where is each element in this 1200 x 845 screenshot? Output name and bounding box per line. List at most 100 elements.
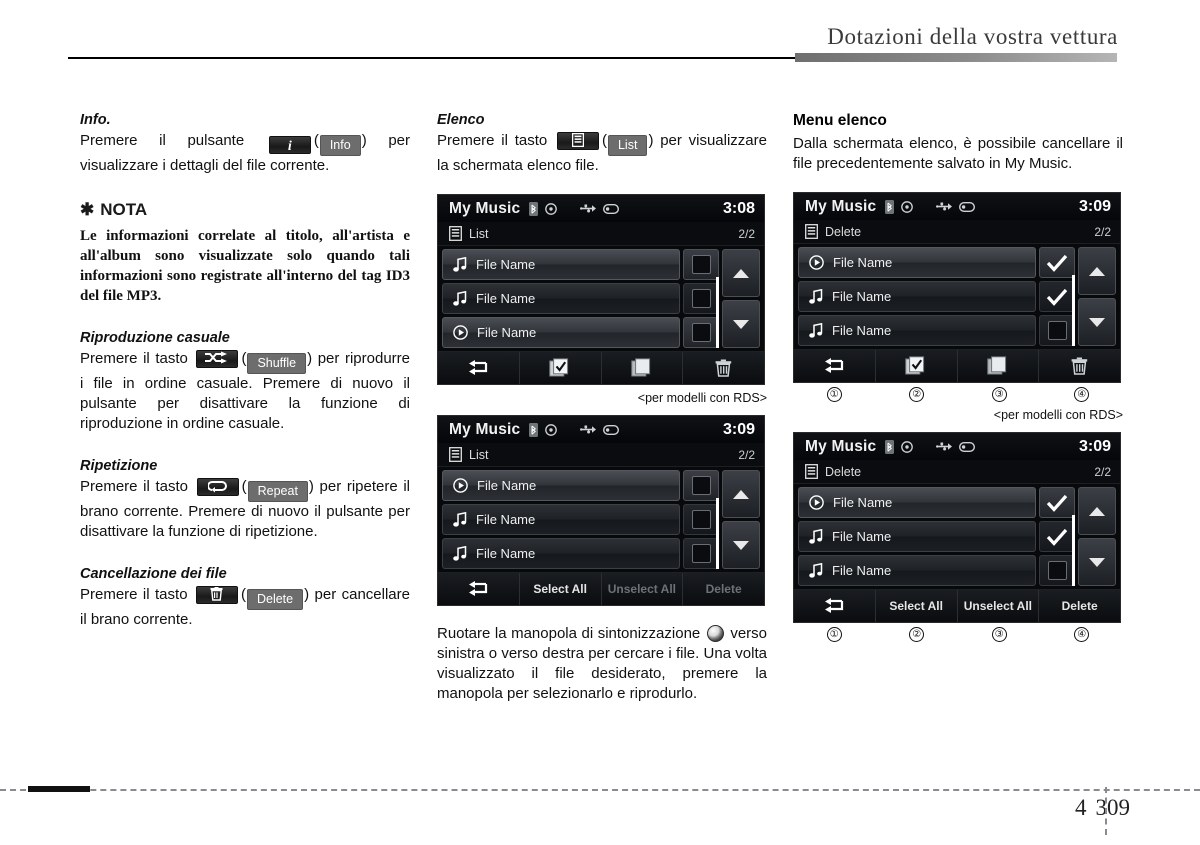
- unselect-all-button[interactable]: Unselect All: [602, 573, 684, 605]
- table-row[interactable]: File Name: [442, 504, 719, 535]
- delete-button[interactable]: Delete: [683, 573, 764, 605]
- row-checkbox[interactable]: [1039, 315, 1075, 346]
- row-main[interactable]: File Name: [798, 315, 1036, 346]
- row-main[interactable]: File Name: [798, 281, 1036, 312]
- screen-menu-label: Delete: [825, 464, 862, 479]
- scroll-up-button[interactable]: [1078, 247, 1116, 295]
- callout-3: ③: [991, 387, 1007, 402]
- shuffle-key-label[interactable]: Shuffle: [247, 353, 307, 374]
- chevron-up-icon: [733, 268, 749, 278]
- row-checkbox[interactable]: [683, 470, 719, 501]
- scroll-up-button[interactable]: [722, 470, 760, 518]
- row-checkbox[interactable]: [683, 504, 719, 535]
- scroll-down-button[interactable]: [722, 521, 760, 569]
- scrollbar-track[interactable]: [716, 277, 719, 348]
- disc-icon: [545, 423, 558, 436]
- back-button[interactable]: [438, 352, 520, 384]
- row-main[interactable]: File Name: [442, 317, 680, 348]
- row-checkbox[interactable]: [1039, 487, 1075, 518]
- screen-title: My Music: [449, 420, 521, 438]
- music-note-icon: [809, 323, 823, 338]
- bluetooth-icon: [885, 439, 895, 454]
- play-circle-icon: [809, 495, 824, 510]
- table-row[interactable]: File Name: [442, 470, 719, 501]
- shuffle-icon[interactable]: [196, 350, 239, 368]
- scroll-down-button[interactable]: [722, 300, 760, 348]
- scroll-controls[interactable]: [716, 470, 760, 569]
- scroll-controls[interactable]: [716, 249, 760, 348]
- list-key-label[interactable]: List: [607, 135, 648, 156]
- file-list: File Name File Name File Name: [442, 249, 719, 348]
- table-row[interactable]: File Name: [442, 538, 719, 569]
- scroll-controls[interactable]: [1072, 487, 1116, 586]
- repeat-key-label[interactable]: Repeat: [247, 481, 308, 502]
- back-button[interactable]: [794, 590, 876, 622]
- list-icon[interactable]: [556, 132, 599, 150]
- table-row[interactable]: File Name: [442, 283, 719, 314]
- table-row[interactable]: File Name: [798, 521, 1075, 552]
- row-checkbox[interactable]: [1039, 555, 1075, 586]
- select-all-button[interactable]: Select All: [876, 590, 958, 622]
- row-label: File Name: [477, 478, 537, 493]
- row-checkbox[interactable]: [683, 317, 719, 348]
- table-row[interactable]: File Name: [798, 555, 1075, 586]
- scrollbar-track[interactable]: [1072, 515, 1075, 586]
- scrollbar-track[interactable]: [1072, 275, 1075, 346]
- scroll-up-button[interactable]: [1078, 487, 1116, 535]
- back-button[interactable]: [438, 573, 520, 605]
- row-main[interactable]: File Name: [442, 538, 680, 569]
- row-main[interactable]: File Name: [442, 504, 680, 535]
- row-main[interactable]: File Name: [798, 555, 1036, 586]
- select-all-button[interactable]: [876, 350, 958, 382]
- scrollbar-track[interactable]: [716, 498, 719, 569]
- row-checkbox[interactable]: [683, 249, 719, 280]
- repeat-icon[interactable]: [196, 478, 239, 496]
- screen-list-select[interactable]: My Music 3:09 List 2/2 File Name File Na…: [437, 415, 765, 606]
- footer-divider: [0, 789, 1200, 791]
- scroll-up-button[interactable]: [722, 249, 760, 297]
- row-checkbox[interactable]: [1039, 521, 1075, 552]
- table-row[interactable]: File Name: [442, 249, 719, 280]
- row-main[interactable]: File Name: [798, 521, 1036, 552]
- page-indicator: 2/2: [1094, 224, 1111, 239]
- screen-delete-rds[interactable]: My Music 3:09 Delete 2/2 File Name File …: [793, 192, 1121, 383]
- unselect-all-button[interactable]: Unselect All: [958, 590, 1040, 622]
- screen-delete-select[interactable]: My Music 3:09 Delete 2/2 File Name File …: [793, 432, 1121, 623]
- table-row[interactable]: File Name: [798, 247, 1075, 278]
- row-main[interactable]: File Name: [798, 487, 1036, 518]
- trash-icon: [715, 359, 732, 377]
- back-button[interactable]: [794, 350, 876, 382]
- delete-button[interactable]: [683, 352, 764, 384]
- scroll-down-button[interactable]: [1078, 298, 1116, 346]
- callout-1: ①: [826, 627, 842, 642]
- info-i-icon[interactable]: i: [268, 136, 311, 154]
- info-key-label[interactable]: Info: [319, 135, 361, 156]
- table-row[interactable]: File Name: [798, 487, 1075, 518]
- table-row[interactable]: File Name: [442, 317, 719, 348]
- screen-list-rds[interactable]: My Music 3:08 List 2/2 File Name File Na…: [437, 194, 765, 385]
- scroll-down-button[interactable]: [1078, 538, 1116, 586]
- music-note-icon: [453, 546, 467, 561]
- delete-button[interactable]: Delete: [1039, 590, 1120, 622]
- row-main[interactable]: File Name: [442, 470, 680, 501]
- row-main[interactable]: File Name: [442, 249, 680, 280]
- status-icon-group: [529, 201, 620, 216]
- table-row[interactable]: File Name: [798, 315, 1075, 346]
- row-main[interactable]: File Name: [442, 283, 680, 314]
- row-checkbox[interactable]: [1039, 247, 1075, 278]
- row-checkbox[interactable]: [1039, 281, 1075, 312]
- trash-icon[interactable]: [195, 586, 238, 604]
- row-checkbox[interactable]: [683, 283, 719, 314]
- table-row[interactable]: File Name: [798, 281, 1075, 312]
- row-label: File Name: [832, 289, 892, 304]
- row-checkbox[interactable]: [683, 538, 719, 569]
- delete-key-label[interactable]: Delete: [246, 589, 304, 610]
- delete-button[interactable]: [1039, 350, 1120, 382]
- unselect-all-button[interactable]: [602, 352, 684, 384]
- row-main[interactable]: File Name: [798, 247, 1036, 278]
- screen-body: File Name File Name File Name: [438, 467, 764, 572]
- scroll-controls[interactable]: [1072, 247, 1116, 346]
- select-all-button[interactable]: [520, 352, 602, 384]
- unselect-all-button[interactable]: [958, 350, 1040, 382]
- select-all-button[interactable]: Select All: [520, 573, 602, 605]
